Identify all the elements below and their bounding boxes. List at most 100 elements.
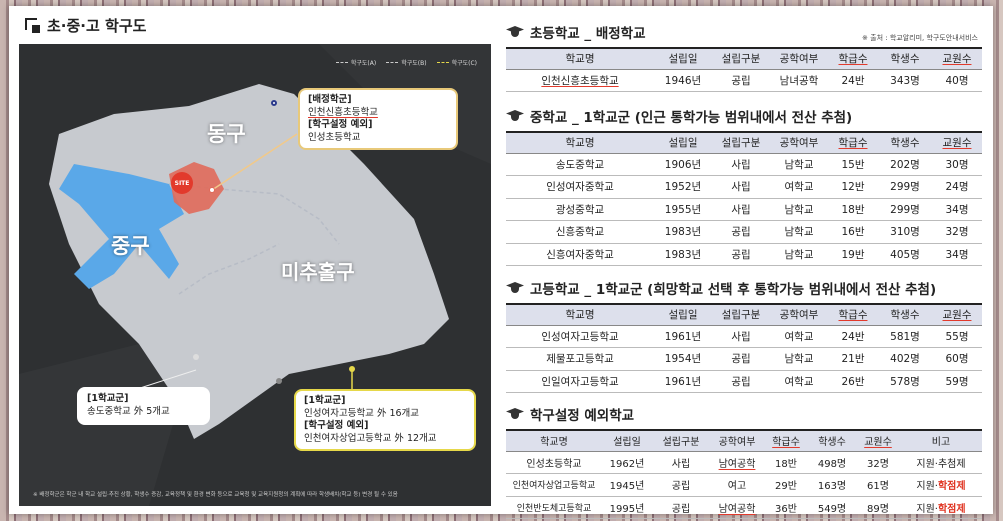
table-cell: 남학교 xyxy=(770,153,828,176)
table-cell: 신흥여자중학교 xyxy=(506,243,654,266)
table-cell: 인성여자고등학교 xyxy=(506,325,654,348)
column-header: 공학여부 xyxy=(770,47,828,70)
table-cell: 60명 xyxy=(932,347,982,371)
column-header: 설립일 xyxy=(602,429,652,452)
table-cell: 여학교 xyxy=(770,175,828,199)
table-cell: 16반 xyxy=(828,220,878,244)
table-cell: 163명 xyxy=(808,473,856,497)
table-cell: 공립 xyxy=(712,243,770,266)
table-row: 인성여자중학교 1952년 사립 여학교 12반 299명 24명 xyxy=(506,175,982,199)
legend-item-a: 학구도(A) xyxy=(335,58,376,67)
callout-middle: [1학교군] 송도중학교 外 5개교 xyxy=(77,387,210,425)
table-cell: 578명 xyxy=(878,370,932,393)
table-cell: 34명 xyxy=(932,243,982,266)
column-header: 비고 xyxy=(900,429,982,452)
table-cell: 1962년 xyxy=(602,451,652,474)
table-row: 송도중학교 1906년 사립 남학교 15반 202명 30명 xyxy=(506,153,982,176)
table-cell: 사립 xyxy=(652,451,710,474)
district-label-michuhol: 미추홀구 xyxy=(281,260,355,284)
content-card: 초·중·고 학구도 학구도(A) 학구도(B) 학구도(C) 동구 중구 미추홀… xyxy=(9,6,993,519)
district-label-donggu: 동구 xyxy=(207,122,246,146)
column-header: 공학여부 xyxy=(770,303,828,326)
table-cell: 인성초등학교 xyxy=(506,451,602,474)
table-cell: 55명 xyxy=(932,325,982,348)
table-cell: 30명 xyxy=(932,153,982,176)
table-cell: 549명 xyxy=(808,496,856,519)
table-cell: 343명 xyxy=(878,69,932,92)
table-cell: 61명 xyxy=(856,473,900,497)
column-header: 설립구분 xyxy=(712,47,770,70)
high-anchor-dot xyxy=(349,366,355,372)
graduation-cap-icon xyxy=(506,282,524,294)
table-cell: 사립 xyxy=(712,325,770,348)
legend-item-b: 학구도(B) xyxy=(386,58,427,67)
table-header-row: 학교명 설립일 설립구분 공학여부 학급수 학생수 교원수 xyxy=(506,131,982,154)
table-cell: 남학교 xyxy=(770,198,828,221)
table-cell: 1961년 xyxy=(654,370,712,393)
table-cell: 19반 xyxy=(828,243,878,266)
district-label-junggu: 중구 xyxy=(111,234,150,258)
map-legend: 학구도(A) 학구도(B) 학구도(C) xyxy=(335,58,477,67)
table-cell: 인천반도체고등학교 xyxy=(506,496,602,519)
graduation-cap-icon xyxy=(506,110,524,122)
section-mark-icon xyxy=(25,17,40,33)
table-cell: 1983년 xyxy=(654,243,712,266)
column-header: 설립일 xyxy=(654,131,712,154)
table-cell: 32명 xyxy=(856,451,900,474)
table-cell: 지원·추첨제 xyxy=(900,451,982,474)
table-cell: 1961년 xyxy=(654,325,712,348)
table-cell: 공립 xyxy=(712,69,770,92)
table-cell: 사립 xyxy=(712,153,770,176)
high-table: 학교명 설립일 설립구분 공학여부 학급수 학생수 교원수 인성여자고등학교 19… xyxy=(506,303,982,393)
map-dot xyxy=(276,378,282,384)
table-cell: 인천여자상업고등학교 xyxy=(506,473,602,497)
middle-table: 학교명 설립일 설립구분 공학여부 학급수 학생수 교원수 송도중학교 1906년… xyxy=(506,131,982,266)
table-row: 신흥중학교 1983년 공립 남학교 16반 310명 32명 xyxy=(506,220,982,244)
exception-table: 학교명 설립일 설립구분 공학여부 학급수 학생수 교원수 비고 인성초등학교 1… xyxy=(506,429,982,519)
table-cell: 1952년 xyxy=(654,175,712,199)
column-header: 학교명 xyxy=(506,429,602,452)
table-cell: 36반 xyxy=(764,496,808,519)
data-source: ※ 출처 : 학교알리미, 학구도안내서비스 xyxy=(862,34,978,42)
table-header-row: 학교명 설립일 설립구분 공학여부 학급수 학생수 교원수 xyxy=(506,303,982,326)
table-cell: 남학교 xyxy=(770,220,828,244)
table-row: 신흥여자중학교 1983년 공립 남학교 19반 405명 34명 xyxy=(506,243,982,266)
map-footnote: ※ 배정학군은 학군 내 학교 설립·추진 상황, 학생수 증감, 교육정책 및… xyxy=(33,492,398,498)
column-header: 학생수 xyxy=(878,47,932,70)
column-header: 학교명 xyxy=(506,131,654,154)
table-row: 인성여자고등학교 1961년 사립 여학교 24반 581명 55명 xyxy=(506,325,982,348)
table-cell: 24명 xyxy=(932,175,982,199)
table-cell: 1983년 xyxy=(654,220,712,244)
table-cell: 공립 xyxy=(652,496,710,519)
table-cell: 지원·학점제 xyxy=(900,473,982,497)
column-header: 교원수 xyxy=(932,131,982,154)
column-header: 설립일 xyxy=(654,303,712,326)
table-cell: 498명 xyxy=(808,451,856,474)
column-header: 공학여부 xyxy=(710,429,764,452)
table-cell: 남녀공학 xyxy=(770,69,828,92)
table-cell: 1995년 xyxy=(602,496,652,519)
elementary-section-title: 초등학교 _ 배정학교 xyxy=(506,22,646,42)
table-cell: 18반 xyxy=(828,198,878,221)
table-cell: 310명 xyxy=(878,220,932,244)
table-cell: 29반 xyxy=(764,473,808,497)
map-title-text: 초·중·고 학구도 xyxy=(47,16,147,35)
table-cell: 1946년 xyxy=(654,69,712,92)
column-header: 설립일 xyxy=(654,47,712,70)
table-cell: 59명 xyxy=(932,370,982,393)
table-cell: 12반 xyxy=(828,175,878,199)
cell-text: 지원· xyxy=(916,481,938,493)
table-cell: 24반 xyxy=(828,325,878,348)
table-cell: 24반 xyxy=(828,69,878,92)
column-header: 학급수 xyxy=(828,47,878,70)
table-cell: 405명 xyxy=(878,243,932,266)
table-cell: 40명 xyxy=(932,69,982,92)
table-row: 인천여자상업고등학교 1945년 공립 여고 29반 163명 61명 지원·학점제 xyxy=(506,473,982,497)
elementary-table: 학교명 설립일 설립구분 공학여부 학급수 학생수 교원수 인천신흥초등학교 1… xyxy=(506,47,982,92)
column-header: 학교명 xyxy=(506,47,654,70)
table-cell: 1955년 xyxy=(654,198,712,221)
callout-elementary: [배정학군] 인천신흥초등학교 [학구설정 예외] 인성초등학교 xyxy=(298,88,458,150)
table-cell: 공립 xyxy=(712,220,770,244)
table-row: 인일여자고등학교 1961년 공립 여학교 26반 578명 59명 xyxy=(506,370,982,393)
column-header: 교원수 xyxy=(932,303,982,326)
